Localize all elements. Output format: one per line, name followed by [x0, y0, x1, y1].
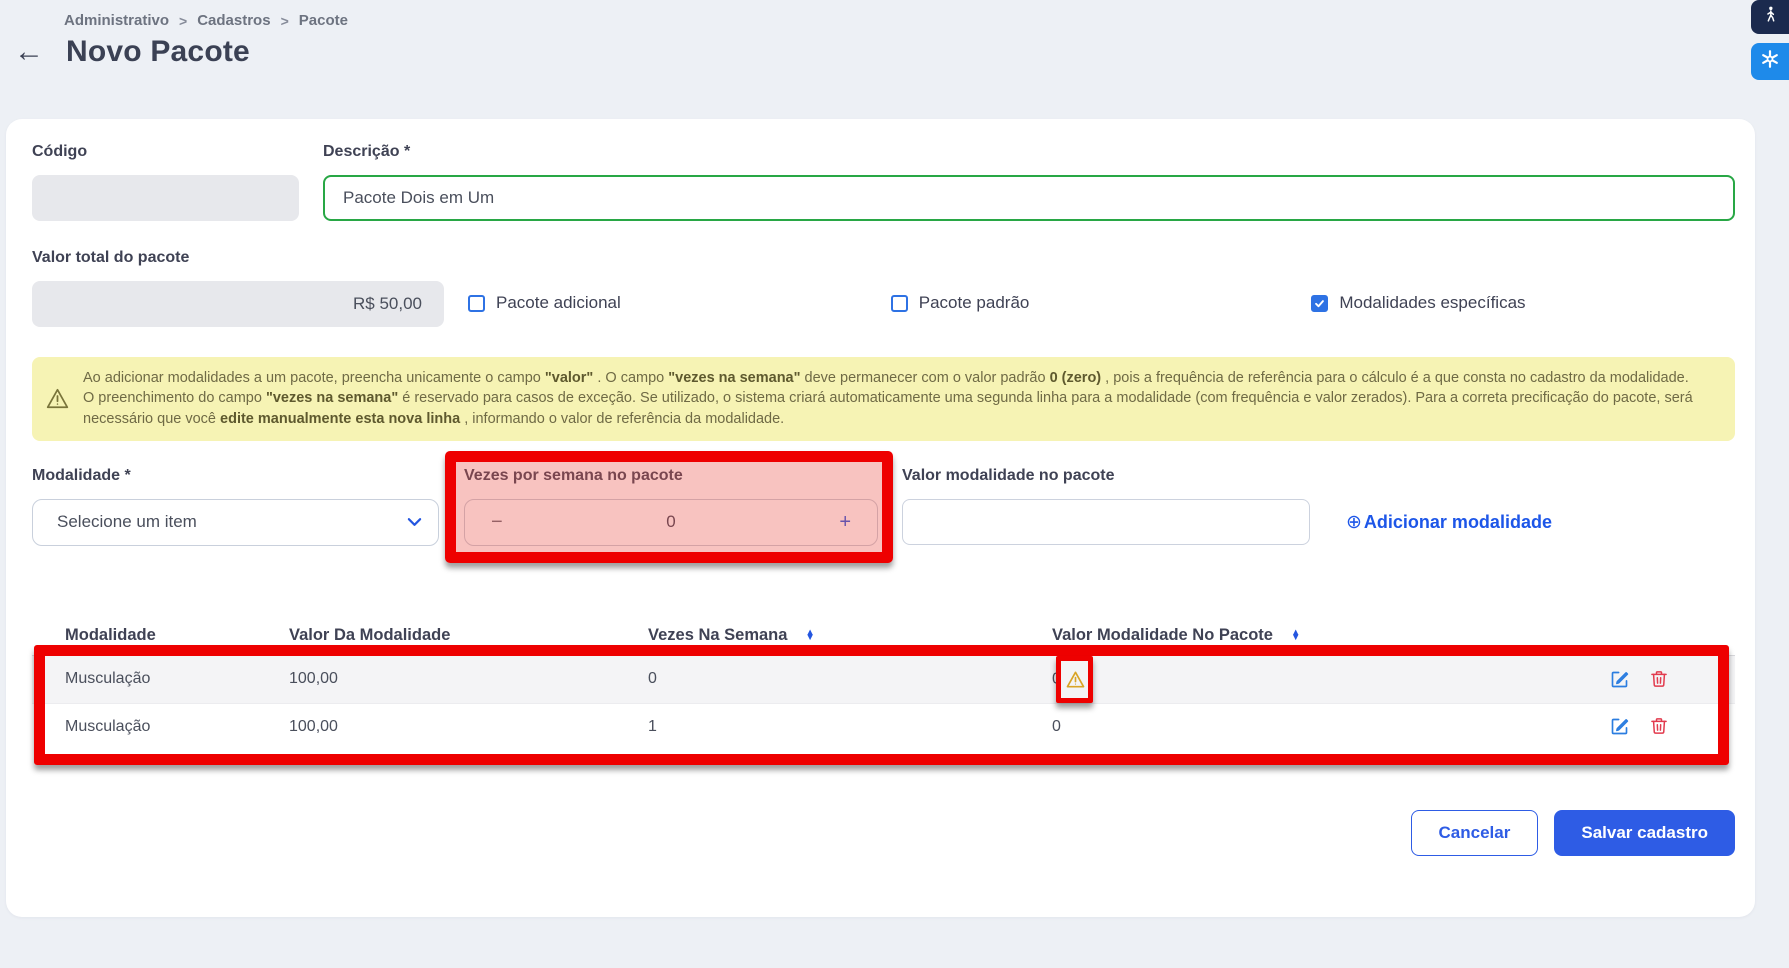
stepper-plus-button[interactable]: +: [837, 512, 853, 532]
valor-total-label: Valor total do pacote: [32, 249, 444, 267]
column-header-valor-da-modalidade: Valor Da Modalidade: [289, 626, 648, 645]
column-header-vezes-na-semana: Vezes Na Semana ▲▼: [648, 626, 1052, 645]
vezes-semana-stepper: − 0 +: [464, 499, 878, 546]
person-walking-icon: [1760, 5, 1780, 30]
cell-modalidade: Musculação: [65, 670, 289, 688]
info-alert: Ao adicionar modalidades a um pacote, pr…: [32, 357, 1735, 441]
breadcrumb-separator: >: [179, 13, 187, 29]
stepper-minus-button[interactable]: −: [489, 512, 505, 532]
chatgpt-extension-icon[interactable]: [1751, 43, 1789, 80]
edit-row-button[interactable]: [1609, 716, 1630, 737]
checkbox-modalidades-espec-ficas[interactable]: Modalidades específicas: [1311, 293, 1525, 313]
page-title: Novo Pacote: [66, 35, 250, 69]
valor-modalidade-label: Valor modalidade no pacote: [902, 467, 1310, 485]
warning-cell-wrap: [1065, 669, 1086, 690]
column-header-label: Vezes Na Semana: [648, 626, 787, 645]
modalidade-select[interactable]: Selecione um item: [32, 499, 439, 546]
save-button[interactable]: Salvar cadastro: [1554, 810, 1735, 856]
cell-value: 0: [1052, 671, 1061, 688]
trash-icon: [1649, 669, 1669, 690]
cell-valor-da-modalidade: 100,00: [289, 718, 648, 736]
column-header-valor-modalidade-no-pacote: Valor Modalidade No Pacote ▲▼: [1052, 626, 1519, 645]
breadcrumb-separator: >: [281, 13, 289, 29]
column-header-label: Modalidade: [65, 626, 156, 645]
modalidade-select-value: Selecione um item: [57, 512, 197, 532]
sort-icon[interactable]: ▲▼: [1291, 630, 1300, 642]
checkbox-label: Pacote padrão: [919, 293, 1030, 313]
field-valor-total: Valor total do pacote: [32, 249, 444, 327]
chatgpt-logo-icon: [1759, 48, 1781, 75]
column-header-modalidade: Modalidade: [65, 626, 289, 645]
checkbox-pacote-padr-o[interactable]: Pacote padrão: [891, 293, 1030, 313]
checkbox-unchecked-box: [468, 295, 485, 312]
warning-triangle-icon: [1065, 669, 1086, 690]
alert-paragraph: O preenchimento do campo "vezes na seman…: [83, 388, 1715, 429]
checkbox-unchecked-box: [891, 295, 908, 312]
accessibility-extension-icon[interactable]: [1751, 0, 1789, 34]
field-valor-modalidade: Valor modalidade no pacote: [902, 467, 1310, 545]
valor-total-input: [32, 281, 444, 327]
field-codigo: Código: [32, 143, 299, 221]
back-button[interactable]: ←: [14, 37, 44, 67]
breadcrumb-item[interactable]: Cadastros: [197, 12, 270, 29]
codigo-input: [32, 175, 299, 221]
cell-value: 0: [1052, 718, 1061, 735]
field-vezes-por-semana: Vezes por semana no pacote − 0 +: [464, 467, 878, 546]
vezes-semana-label: Vezes por semana no pacote: [464, 467, 878, 485]
stepper-value: 0: [666, 512, 675, 532]
delete-row-button[interactable]: [1649, 669, 1669, 690]
valor-modalidade-input[interactable]: [902, 499, 1310, 545]
checkbox-checked-icon: [1311, 295, 1328, 312]
field-modalidade: Modalidade * Selecione um item: [32, 467, 439, 546]
cell-valor-modalidade-no-pacote: 0: [1052, 718, 1519, 736]
cancel-button[interactable]: Cancelar: [1411, 810, 1539, 856]
cell-vezes-na-semana: 1: [648, 718, 1052, 736]
table-row: Musculação100,0010: [32, 703, 1735, 750]
descricao-input[interactable]: [323, 175, 1735, 221]
descricao-label: Descrição *: [323, 143, 1735, 161]
table-body: Musculação100,0000Musculação100,0010: [32, 655, 1735, 764]
cell-modalidade: Musculação: [65, 718, 289, 736]
breadcrumb-item[interactable]: Pacote: [299, 12, 348, 29]
column-header-label: Valor Da Modalidade: [289, 626, 450, 645]
cell-valor-modalidade-no-pacote: 0: [1052, 669, 1519, 690]
cell-vezes-na-semana: 0: [648, 670, 1052, 688]
alert-paragraph: Ao adicionar modalidades a um pacote, pr…: [83, 368, 1715, 388]
table-header: Modalidade Valor Da Modalidade Vezes Na Se…: [32, 626, 1735, 645]
chevron-down-icon: [407, 517, 422, 527]
plus-circle-icon: ⊕: [1346, 511, 1362, 534]
checkbox-label: Pacote adicional: [496, 293, 621, 313]
cell-valor-da-modalidade: 100,00: [289, 670, 648, 688]
row-actions: [1519, 669, 1669, 690]
alert-text: Ao adicionar modalidades a um pacote, pr…: [83, 368, 1715, 429]
form-card: Código Descrição * Valor total do pacote…: [6, 119, 1755, 917]
edit-row-button[interactable]: [1609, 669, 1630, 690]
checkbox-row: Pacote adicional Pacote padrão Modalidades…: [444, 293, 1526, 313]
sort-icon[interactable]: ▲▼: [805, 630, 814, 642]
breadcrumb-item[interactable]: Administrativo: [64, 12, 169, 29]
delete-row-button[interactable]: [1649, 716, 1669, 737]
row-actions: [1519, 716, 1669, 737]
column-header-label: Valor Modalidade No Pacote: [1052, 626, 1273, 645]
edit-pencil-icon: [1609, 716, 1630, 737]
browser-extension-buttons: [1751, 0, 1789, 80]
checkbox-pacote-adicional[interactable]: Pacote adicional: [468, 293, 621, 313]
trash-icon: [1649, 716, 1669, 737]
table-row: Musculação100,0000: [32, 656, 1735, 703]
edit-pencil-icon: [1609, 669, 1630, 690]
modalidade-label: Modalidade *: [32, 467, 439, 485]
checkbox-label: Modalidades específicas: [1339, 293, 1525, 313]
warning-triangle-icon: [45, 386, 70, 411]
field-descricao: Descrição *: [323, 143, 1735, 221]
adicionar-modalidade-button[interactable]: ⊕ Adicionar modalidade: [1346, 511, 1552, 534]
modalidades-table: Modalidade Valor Da Modalidade Vezes Na Se…: [32, 626, 1735, 764]
adicionar-modalidade-label: Adicionar modalidade: [1364, 512, 1552, 533]
codigo-label: Código: [32, 143, 299, 161]
breadcrumb: Administrativo > Cadastros > Pacote: [0, 0, 1789, 29]
